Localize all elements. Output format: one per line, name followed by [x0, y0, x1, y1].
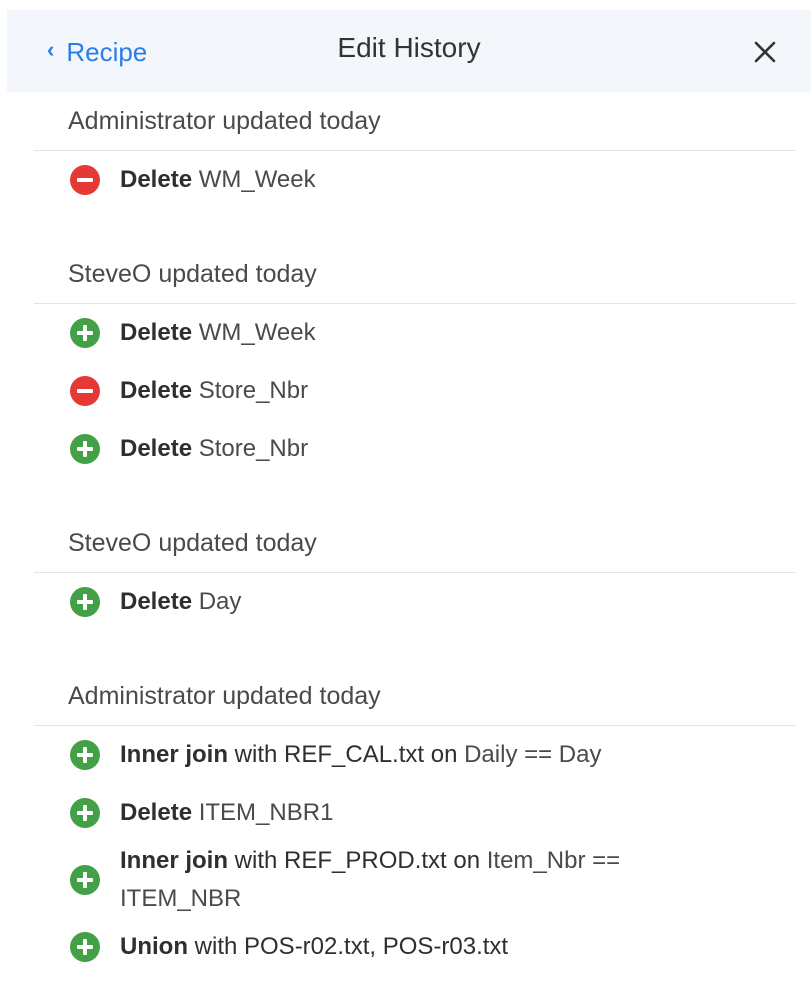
entry-status-icon [68, 432, 102, 466]
entry-operation: Delete [120, 799, 193, 826]
history-entry[interactable]: Inner join with REF_PROD.txt on Item_Nbr… [68, 842, 811, 918]
add-circle-icon [70, 798, 100, 828]
entry-detail: with REF_CAL.txt on [234, 741, 458, 768]
group-header: Administrator updated today [68, 681, 381, 710]
history-entry[interactable]: Delete WM_Week [68, 304, 811, 362]
entry-operation: Delete [120, 166, 193, 193]
entry-target: WM_Week [198, 166, 316, 193]
history-entry[interactable]: Delete Day [68, 573, 811, 631]
entry-operation: Delete [120, 377, 193, 404]
history-entry[interactable]: Delete ITEM_NBR1 [68, 784, 811, 842]
entry-status-icon [68, 316, 102, 350]
remove-circle-icon [70, 376, 100, 406]
history-entry[interactable]: Union with POS-r02.txt, POS-r03.txt [68, 918, 811, 976]
entry-target: Store_Nbr [198, 435, 309, 462]
entry-operation: Delete [120, 588, 193, 615]
entry-operation: Union [120, 933, 188, 960]
entry-text: Inner join with REF_PROD.txt on Item_Nbr… [120, 842, 680, 918]
group-header: SteveO updated today [68, 528, 317, 557]
entry-target: ITEM_NBR1 [198, 799, 334, 826]
entry-text: Delete Store_Nbr [120, 372, 308, 410]
dialog-title: Edit History [337, 32, 481, 63]
entry-text: Delete WM_Week [120, 314, 316, 352]
entry-target: Day [198, 588, 242, 615]
add-circle-icon [70, 318, 100, 348]
entry-status-icon [68, 930, 102, 964]
history-entry[interactable]: Inner join with REF_CAL.txt on Daily == … [68, 726, 811, 784]
entry-target: WM_Week [198, 319, 316, 346]
entry-detail: with POS-r02.txt, POS-r03.txt [194, 933, 509, 960]
entry-status-icon [68, 863, 102, 897]
history-entry[interactable]: Delete WM_Week [68, 151, 811, 209]
entry-operation: Inner join [120, 847, 228, 874]
group-header: SteveO updated today [68, 259, 317, 288]
entry-text: Union with POS-r02.txt, POS-r03.txt [120, 928, 508, 966]
edit-history-list: Administrator updated today Delete WM_Wee… [0, 92, 811, 976]
add-circle-icon [70, 740, 100, 770]
close-button[interactable] [745, 32, 785, 72]
entry-status-icon [68, 374, 102, 408]
group-header: Administrator updated today [68, 106, 381, 135]
add-circle-icon [70, 434, 100, 464]
entry-status-icon [68, 585, 102, 619]
entry-detail: with REF_PROD.txt on [234, 847, 481, 874]
history-entry[interactable]: Delete Store_Nbr [68, 362, 811, 420]
dialog-header: ‹ Recipe Edit History [7, 10, 811, 92]
close-icon [754, 41, 776, 63]
entry-operation: Inner join [120, 741, 228, 768]
entry-target: Store_Nbr [198, 377, 309, 404]
entry-text: Delete ITEM_NBR1 [120, 794, 333, 832]
entry-status-icon [68, 738, 102, 772]
entry-text: Delete Day [120, 583, 241, 621]
entry-status-icon [68, 163, 102, 197]
entry-operation: Delete [120, 319, 193, 346]
entry-status-icon [68, 796, 102, 830]
entry-text: Delete WM_Week [120, 161, 316, 199]
remove-circle-icon [70, 165, 100, 195]
entry-text: Inner join with REF_CAL.txt on Daily == … [120, 736, 601, 774]
entry-target: Daily == Day [464, 741, 602, 768]
entry-text: Delete Store_Nbr [120, 430, 308, 468]
add-circle-icon [70, 932, 100, 962]
entry-operation: Delete [120, 435, 193, 462]
add-circle-icon [70, 587, 100, 617]
history-entry[interactable]: Delete Store_Nbr [68, 420, 811, 478]
add-circle-icon [70, 865, 100, 895]
